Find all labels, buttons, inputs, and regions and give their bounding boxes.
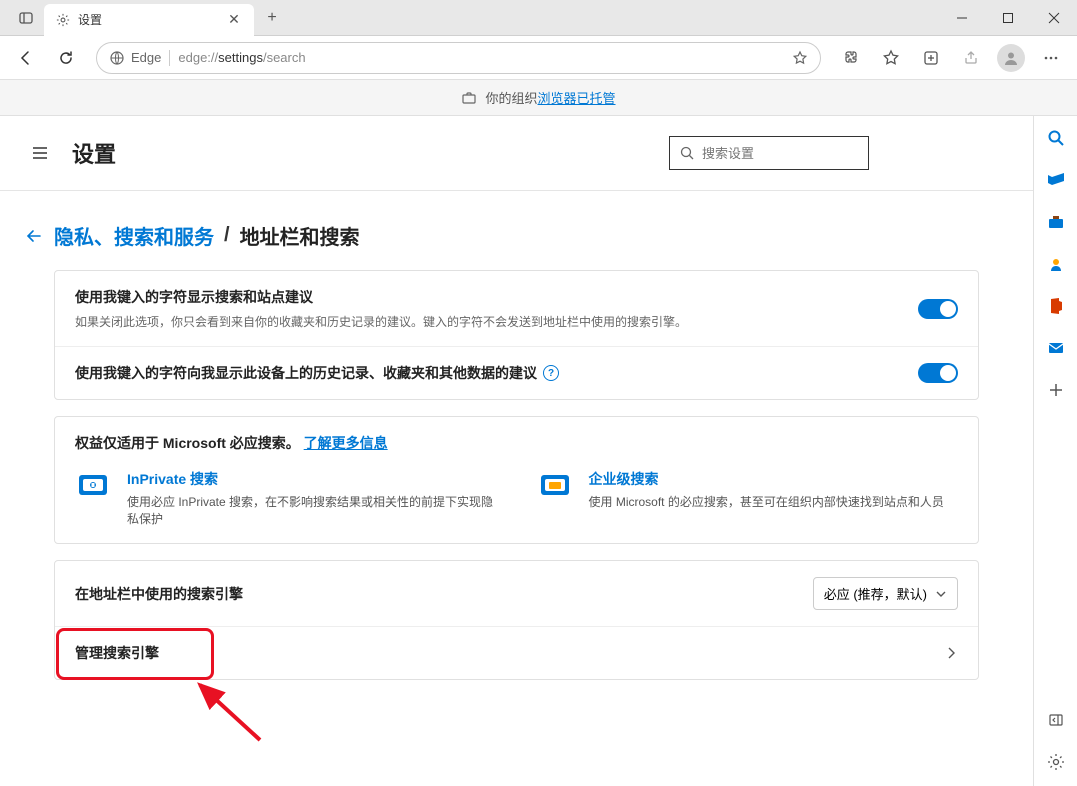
benefits-title: 权益仅适用于 Microsoft 必应搜索。 了解更多信息 [75,433,958,453]
sidebar-add-icon[interactable] [1044,378,1068,402]
menu-button[interactable] [24,137,56,169]
toggle-suggestions[interactable] [918,299,958,319]
gear-icon [56,13,70,27]
browser-toolbar: Edge edge://settings/search [0,36,1077,80]
breadcrumb-separator: / [224,224,230,247]
tab-title: 设置 [78,11,218,28]
breadcrumb-link[interactable]: 隐私、搜索和服务 [54,221,214,250]
refresh-button[interactable] [48,40,84,76]
sidebar-settings-icon[interactable] [1044,750,1068,774]
chevron-right-icon [944,646,958,660]
back-button[interactable] [8,40,44,76]
breadcrumb-current: 地址栏和搜索 [240,221,360,250]
tab-actions-button[interactable] [8,0,44,36]
minimize-button[interactable] [939,0,985,36]
setting-row-suggestions: 使用我键入的字符显示搜索和站点建议 如果关闭此选项，你只会看到来自你的收藏夹和历… [55,271,978,346]
briefcase-icon [461,90,477,106]
annotation-arrow [180,670,280,750]
tab-strip: 设置 ✕ + [0,0,294,36]
sidebar-games-icon[interactable] [1044,252,1068,276]
org-banner: 你的组织浏览器已托管 [0,80,1077,116]
window-titlebar: 设置 ✕ + [0,0,1077,36]
inprivate-icon [75,469,115,501]
edge-sidebar [1033,116,1077,786]
settings-header: 设置 [0,116,1033,191]
sidebar-tools-icon[interactable] [1044,210,1068,234]
address-url: edge://settings/search [178,50,305,65]
more-button[interactable] [1033,40,1069,76]
chevron-down-icon [935,588,947,600]
search-icon [680,146,694,160]
suggestions-card: 使用我键入的字符显示搜索和站点建议 如果关闭此选项，你只会看到来自你的收藏夹和历… [54,270,979,400]
benefit-desc: 使用 Microsoft 的必应搜索，甚至可在组织内部快速找到站点和人员 [589,493,944,510]
sidebar-search-icon[interactable] [1044,126,1068,150]
enterprise-icon [537,469,577,501]
page-title: 设置 [72,137,116,169]
sidebar-shopping-icon[interactable] [1044,168,1068,192]
setting-title: 使用我键入的字符显示搜索和站点建议 [75,287,906,307]
setting-desc: 如果关闭此选项，你只会看到来自你的收藏夹和历史记录的建议。键入的字符不会发送到地… [75,313,906,330]
setting-row-history: 使用我键入的字符向我显示此设备上的历史记录、收藏夹和其他数据的建议 ? [55,346,978,399]
share-icon[interactable] [953,40,989,76]
sidebar-hide-icon[interactable] [1044,708,1068,732]
favorite-icon[interactable] [792,50,808,66]
search-engine-card: 在地址栏中使用的搜索引擎 必应 (推荐，默认) 管理搜索引擎 [54,560,979,680]
settings-search[interactable] [669,136,869,170]
breadcrumb: 隐私、搜索和服务 / 地址栏和搜索 [0,191,1033,270]
benefit-inprivate: InPrivate 搜索 使用必应 InPrivate 搜索，在不影响搜索结果或… [75,469,497,527]
learn-more-link[interactable]: 了解更多信息 [304,435,388,451]
banner-text: 你的组织 [485,91,537,106]
new-tab-button[interactable]: + [258,4,286,32]
settings-content: 设置 隐私、搜索和服务 / 地址栏和搜索 使用我键入的字符显示搜索和站点建议 如… [0,116,1033,786]
breadcrumb-back-icon[interactable] [24,226,44,246]
sidebar-outlook-icon[interactable] [1044,336,1068,360]
profile-button[interactable] [993,40,1029,76]
maximize-button[interactable] [985,0,1031,36]
dropdown-value: 必应 (推荐，默认) [824,584,927,603]
address-bar[interactable]: Edge edge://settings/search [96,42,821,74]
benefit-desc: 使用必应 InPrivate 搜索，在不影响搜索结果或相关性的前提下实现隐私保护 [127,493,497,527]
setting-title: 使用我键入的字符向我显示此设备上的历史记录、收藏夹和其他数据的建议 [75,363,537,383]
setting-title: 管理搜索引擎 [75,643,932,663]
toggle-history-suggestions[interactable] [918,363,958,383]
search-engine-dropdown[interactable]: 必应 (推荐，默认) [813,577,958,610]
info-icon[interactable]: ? [543,365,559,381]
window-controls [939,0,1077,36]
setting-row-engine: 在地址栏中使用的搜索引擎 必应 (推荐，默认) [55,561,978,626]
benefit-name: InPrivate 搜索 [127,469,497,489]
benefit-name: 企业级搜索 [589,469,944,489]
browser-tab[interactable]: 设置 ✕ [44,4,254,36]
benefits-card: 权益仅适用于 Microsoft 必应搜索。 了解更多信息 InPrivate … [54,416,979,544]
banner-link[interactable]: 浏览器已托管 [538,91,616,106]
sidebar-office-icon[interactable] [1044,294,1068,318]
extensions-icon[interactable] [833,40,869,76]
search-input[interactable] [702,146,878,161]
favorites-icon[interactable] [873,40,909,76]
address-prefix: Edge [109,50,170,66]
benefit-enterprise: 企业级搜索 使用 Microsoft 的必应搜索，甚至可在组织内部快速找到站点和… [537,469,959,527]
setting-title: 在地址栏中使用的搜索引擎 [75,584,801,604]
close-window-button[interactable] [1031,0,1077,36]
collections-icon[interactable] [913,40,949,76]
close-icon[interactable]: ✕ [226,12,242,28]
